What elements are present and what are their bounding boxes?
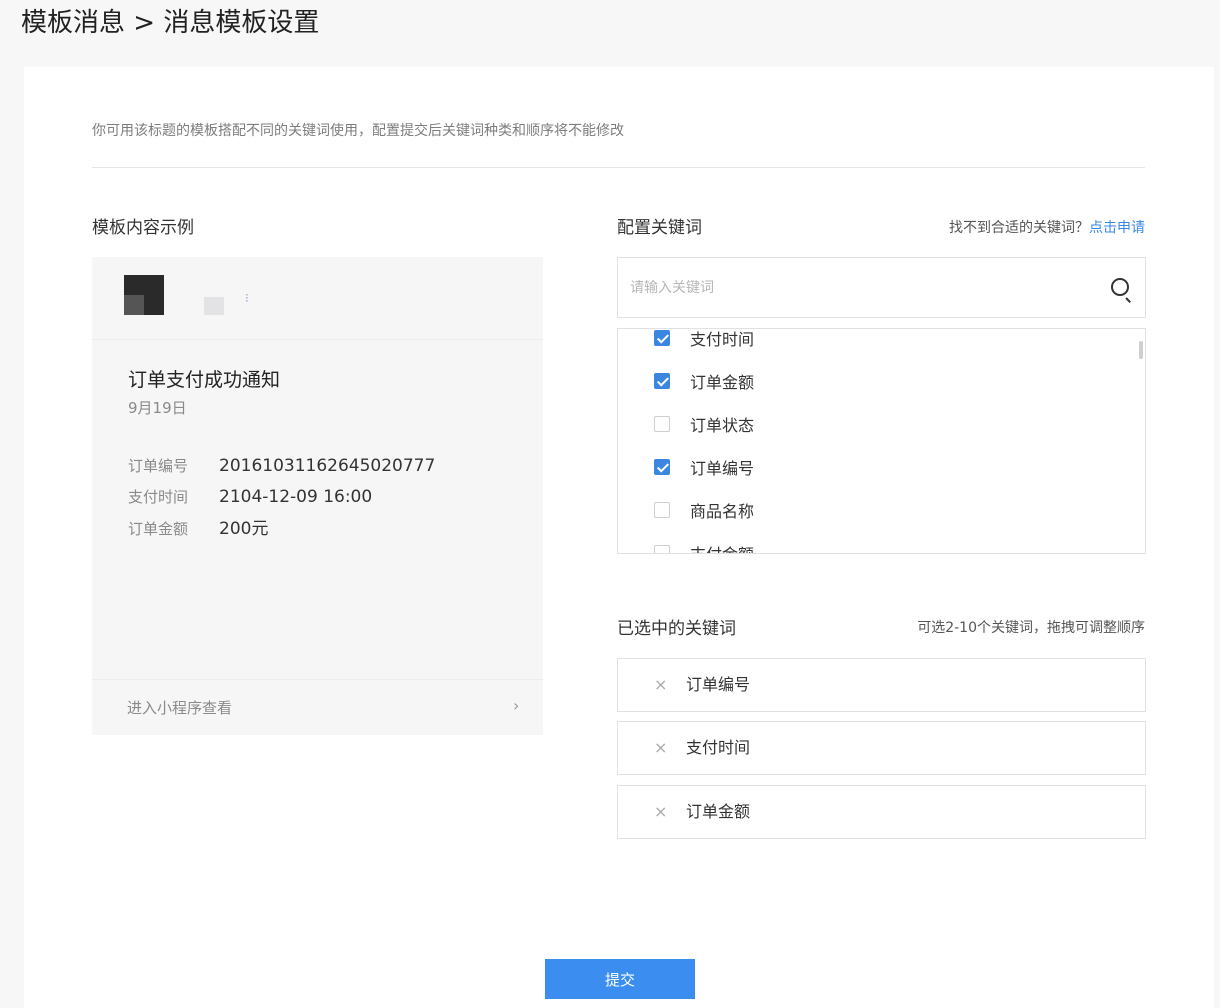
- template-preview: ⁝ 订单支付成功通知 9月19日 订单编号 2016103116264502077…: [92, 257, 543, 735]
- settings-card: 你可用该标题的模板搭配不同的关键词使用，配置提交后关键词种类和顺序将不能修改 模…: [24, 67, 1214, 1008]
- preview-header: ⁝: [92, 257, 543, 339]
- preview-row-key: 订单编号: [128, 457, 189, 475]
- more-menu-icon: ⁝: [245, 291, 249, 305]
- keyword-option[interactable]: 订单编号: [654, 455, 754, 479]
- checkbox[interactable]: [654, 416, 670, 432]
- keyword-apply-hint: 找不到合适的关键词？点击申请: [949, 218, 1145, 238]
- divider: [92, 339, 543, 340]
- selected-hint: 可选2-10个关键词，拖拽可调整顺序: [917, 620, 1145, 636]
- keyword-option[interactable]: 商品名称: [654, 498, 754, 522]
- keyword-hint-text: 找不到合适的关键词？: [949, 220, 1089, 236]
- close-icon[interactable]: ×: [654, 802, 667, 822]
- preview-row-key: 订单金额: [128, 520, 189, 538]
- scrollbar[interactable]: [1139, 341, 1143, 359]
- checkbox[interactable]: [654, 330, 670, 346]
- selected-keyword-label: 订单金额: [686, 802, 751, 821]
- account-name-placeholder: [204, 297, 224, 315]
- preview-row: 订单编号 20161031162645020777: [128, 455, 435, 477]
- checkbox[interactable]: [654, 459, 670, 475]
- search-icon[interactable]: [1111, 278, 1129, 296]
- preview-row: 订单金额 200元: [128, 518, 268, 540]
- checkbox[interactable]: [654, 502, 670, 518]
- keyword-option[interactable]: 订单金额: [654, 369, 754, 393]
- divider: [92, 679, 543, 680]
- keyword-option-label: 支付金额: [690, 541, 754, 553]
- checkbox[interactable]: [654, 373, 670, 389]
- keyword-option-label: 商品名称: [690, 502, 755, 521]
- close-icon[interactable]: ×: [654, 675, 667, 695]
- divider: [92, 167, 1145, 168]
- keyword-option-label: 支付时间: [690, 330, 755, 349]
- keywords-section-title: 配置关键词: [617, 218, 702, 238]
- submit-button[interactable]: 提交: [545, 959, 695, 999]
- notice-text: 你可用该标题的模板搭配不同的关键词使用，配置提交后关键词种类和顺序将不能修改: [92, 123, 624, 139]
- keyword-search: [617, 257, 1146, 318]
- preview-date: 9月19日: [128, 399, 187, 417]
- checkbox[interactable]: [654, 545, 670, 553]
- preview-section-title: 模板内容示例: [92, 218, 194, 238]
- preview-row-key: 支付时间: [128, 488, 189, 506]
- page-title: 模板消息 > 消息模板设置: [21, 8, 320, 38]
- keyword-option-label: 订单状态: [690, 416, 755, 435]
- selected-keyword-label: 支付时间: [686, 738, 751, 757]
- keyword-option-label: 订单金额: [690, 373, 755, 392]
- selected-keyword-label: 订单编号: [686, 675, 751, 694]
- preview-title: 订单支付成功通知: [128, 369, 281, 391]
- preview-row: 支付时间 2104-12-09 16:00: [128, 486, 372, 508]
- keyword-option[interactable]: 支付时间: [654, 329, 755, 350]
- selected-section-title: 已选中的关键词: [617, 619, 736, 639]
- keyword-option[interactable]: 订单状态: [654, 412, 754, 436]
- keyword-list[interactable]: 支付时间 订单金额 订单状态 订单编号 商品名称 支付金额: [617, 328, 1146, 554]
- selected-keyword[interactable]: × 订单编号: [617, 658, 1146, 712]
- selected-keyword[interactable]: × 订单金额: [617, 785, 1146, 839]
- preview-row-value: 20161031162645020777: [219, 456, 436, 476]
- preview-row-value: 200元: [219, 519, 269, 539]
- open-miniprogram-link[interactable]: 进入小程序查看: [127, 697, 232, 719]
- keyword-option-label: 订单编号: [690, 459, 755, 478]
- keyword-search-input[interactable]: [630, 276, 1070, 300]
- keyword-option[interactable]: 支付金额: [654, 541, 754, 553]
- close-icon[interactable]: ×: [654, 738, 667, 758]
- chevron-right-icon: ›: [513, 696, 520, 715]
- avatar: [124, 275, 164, 315]
- preview-row-value: 2104-12-09 16:00: [219, 487, 373, 507]
- apply-keyword-link[interactable]: 点击申请: [1089, 220, 1145, 236]
- selected-keyword[interactable]: × 支付时间: [617, 721, 1146, 775]
